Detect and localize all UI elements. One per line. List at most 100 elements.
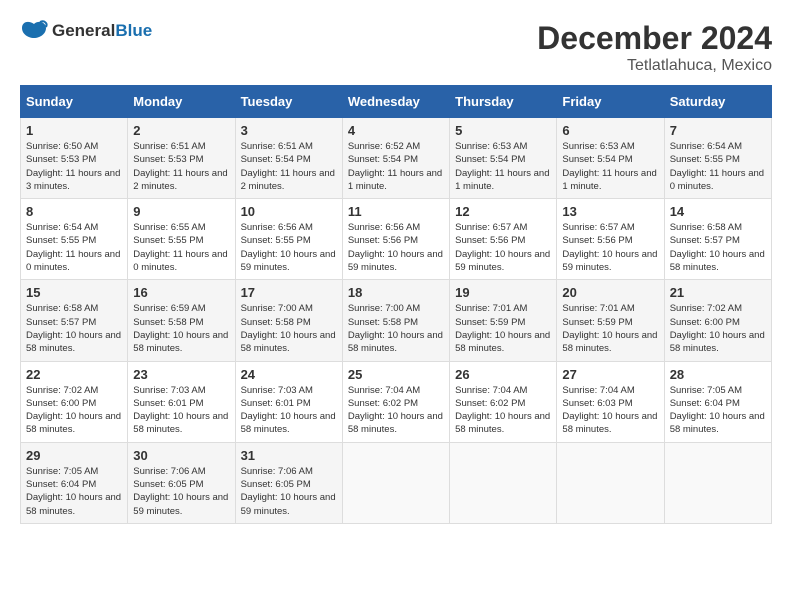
calendar-week-row: 15Sunrise: 6:58 AM Sunset: 5:57 PM Dayli… (21, 280, 772, 361)
day-number: 19 (455, 285, 551, 300)
day-number: 1 (26, 123, 122, 138)
empty-cell (557, 442, 664, 523)
day-number: 22 (26, 367, 122, 382)
day-info: Sunrise: 7:04 AM Sunset: 6:03 PM Dayligh… (562, 384, 658, 437)
calendar-week-row: 22 Sunrise: 7:02 AM Sunset: 6:00 PM Dayli… (21, 361, 772, 442)
calendar-day-cell: 5 Sunrise: 6:53 AM Sunset: 5:54 PM Daylig… (450, 118, 557, 199)
calendar-day-cell: 28 Sunrise: 7:05 AM Sunset: 6:04 PM Dayli… (664, 361, 771, 442)
day-number: 3 (241, 123, 337, 138)
day-info: Sunrise: 6:55 AM Sunset: 5:55 PM Dayligh… (133, 221, 229, 274)
weekday-header-row: SundayMondayTuesdayWednesdayThursdayFrid… (21, 86, 772, 118)
calendar-day-cell: 6Sunrise: 6:53 AM Sunset: 5:54 PM Daylig… (557, 118, 664, 199)
calendar-day-cell: 4 Sunrise: 6:52 AM Sunset: 5:54 PM Daylig… (342, 118, 449, 199)
day-number: 28 (670, 367, 766, 382)
empty-cell (342, 442, 449, 523)
calendar-day-cell: 19 Sunrise: 7:01 AM Sunset: 5:59 PM Dayli… (450, 280, 557, 361)
day-info: Sunrise: 6:59 AM Sunset: 5:58 PM Dayligh… (133, 302, 229, 355)
calendar-day-cell: 7 Sunrise: 6:54 AM Sunset: 5:55 PM Daylig… (664, 118, 771, 199)
calendar-day-cell: 27 Sunrise: 7:04 AM Sunset: 6:03 PM Dayli… (557, 361, 664, 442)
day-number: 20 (562, 285, 658, 300)
day-number: 26 (455, 367, 551, 382)
day-info: Sunrise: 6:51 AM Sunset: 5:54 PM Dayligh… (241, 140, 337, 193)
logo: GeneralBlue (20, 20, 152, 42)
weekday-header-tuesday: Tuesday (235, 86, 342, 118)
day-info: Sunrise: 6:56 AM Sunset: 5:56 PM Dayligh… (348, 221, 444, 274)
calendar-day-cell: 21Sunrise: 7:02 AM Sunset: 6:00 PM Dayli… (664, 280, 771, 361)
calendar-day-cell: 22 Sunrise: 7:02 AM Sunset: 6:00 PM Dayli… (21, 361, 128, 442)
day-number: 24 (241, 367, 337, 382)
day-info: Sunrise: 6:51 AM Sunset: 5:53 PM Dayligh… (133, 140, 229, 193)
logo-bird-icon (20, 20, 48, 42)
calendar-day-cell: 18Sunrise: 7:00 AM Sunset: 5:58 PM Dayli… (342, 280, 449, 361)
day-info: Sunrise: 7:05 AM Sunset: 6:04 PM Dayligh… (26, 465, 122, 518)
day-info: Sunrise: 7:01 AM Sunset: 5:59 PM Dayligh… (562, 302, 658, 355)
day-number: 25 (348, 367, 444, 382)
day-number: 14 (670, 204, 766, 219)
day-info: Sunrise: 7:05 AM Sunset: 6:04 PM Dayligh… (670, 384, 766, 437)
day-info: Sunrise: 6:53 AM Sunset: 5:54 PM Dayligh… (562, 140, 658, 193)
day-number: 17 (241, 285, 337, 300)
calendar-day-cell: 26Sunrise: 7:04 AM Sunset: 6:02 PM Dayli… (450, 361, 557, 442)
page-header: GeneralBlue December 2024 Tetlatlahuca, … (20, 20, 772, 75)
day-info: Sunrise: 7:00 AM Sunset: 5:58 PM Dayligh… (241, 302, 337, 355)
calendar-day-cell: 11 Sunrise: 6:56 AM Sunset: 5:56 PM Dayli… (342, 199, 449, 280)
calendar-day-cell: 3 Sunrise: 6:51 AM Sunset: 5:54 PM Daylig… (235, 118, 342, 199)
day-number: 31 (241, 448, 337, 463)
location-title: Tetlatlahuca, Mexico (537, 57, 772, 75)
calendar-day-cell: 12Sunrise: 6:57 AM Sunset: 5:56 PM Dayli… (450, 199, 557, 280)
weekday-header-thursday: Thursday (450, 86, 557, 118)
day-info: Sunrise: 6:50 AM Sunset: 5:53 PM Dayligh… (26, 140, 122, 193)
day-number: 8 (26, 204, 122, 219)
calendar-day-cell: 2 Sunrise: 6:51 AM Sunset: 5:53 PM Daylig… (128, 118, 235, 199)
calendar-day-cell: 23 Sunrise: 7:03 AM Sunset: 6:01 PM Dayli… (128, 361, 235, 442)
title-block: December 2024 Tetlatlahuca, Mexico (537, 20, 772, 75)
calendar-day-cell: 20 Sunrise: 7:01 AM Sunset: 5:59 PM Dayli… (557, 280, 664, 361)
day-info: Sunrise: 6:53 AM Sunset: 5:54 PM Dayligh… (455, 140, 551, 193)
day-info: Sunrise: 7:02 AM Sunset: 6:00 PM Dayligh… (670, 302, 766, 355)
calendar-day-cell: 29 Sunrise: 7:05 AM Sunset: 6:04 PM Dayli… (21, 442, 128, 523)
weekday-header-saturday: Saturday (664, 86, 771, 118)
day-number: 27 (562, 367, 658, 382)
calendar-week-row: 8 Sunrise: 6:54 AM Sunset: 5:55 PM Daylig… (21, 199, 772, 280)
calendar-week-row: 1 Sunrise: 6:50 AM Sunset: 5:53 PM Daylig… (21, 118, 772, 199)
day-info: Sunrise: 7:00 AM Sunset: 5:58 PM Dayligh… (348, 302, 444, 355)
weekday-header-sunday: Sunday (21, 86, 128, 118)
calendar-day-cell: 24Sunrise: 7:03 AM Sunset: 6:01 PM Dayli… (235, 361, 342, 442)
day-info: Sunrise: 6:52 AM Sunset: 5:54 PM Dayligh… (348, 140, 444, 193)
day-info: Sunrise: 7:01 AM Sunset: 5:59 PM Dayligh… (455, 302, 551, 355)
calendar-day-cell: 9Sunrise: 6:55 AM Sunset: 5:55 PM Daylig… (128, 199, 235, 280)
day-info: Sunrise: 7:04 AM Sunset: 6:02 PM Dayligh… (348, 384, 444, 437)
day-number: 11 (348, 204, 444, 219)
calendar-day-cell: 10 Sunrise: 6:56 AM Sunset: 5:55 PM Dayli… (235, 199, 342, 280)
day-number: 7 (670, 123, 766, 138)
day-number: 29 (26, 448, 122, 463)
day-number: 4 (348, 123, 444, 138)
calendar-day-cell: 17 Sunrise: 7:00 AM Sunset: 5:58 PM Dayli… (235, 280, 342, 361)
logo-blue-text: Blue (115, 21, 152, 40)
day-info: Sunrise: 6:58 AM Sunset: 5:57 PM Dayligh… (670, 221, 766, 274)
day-number: 2 (133, 123, 229, 138)
calendar-day-cell: 14 Sunrise: 6:58 AM Sunset: 5:57 PM Dayli… (664, 199, 771, 280)
calendar-day-cell: 16 Sunrise: 6:59 AM Sunset: 5:58 PM Dayli… (128, 280, 235, 361)
calendar-day-cell: 15Sunrise: 6:58 AM Sunset: 5:57 PM Dayli… (21, 280, 128, 361)
day-info: Sunrise: 7:06 AM Sunset: 6:05 PM Dayligh… (133, 465, 229, 518)
calendar-day-cell: 25 Sunrise: 7:04 AM Sunset: 6:02 PM Dayli… (342, 361, 449, 442)
day-info: Sunrise: 7:03 AM Sunset: 6:01 PM Dayligh… (133, 384, 229, 437)
day-number: 5 (455, 123, 551, 138)
day-info: Sunrise: 7:02 AM Sunset: 6:00 PM Dayligh… (26, 384, 122, 437)
calendar-week-row: 29 Sunrise: 7:05 AM Sunset: 6:04 PM Dayli… (21, 442, 772, 523)
calendar-day-cell: 8 Sunrise: 6:54 AM Sunset: 5:55 PM Daylig… (21, 199, 128, 280)
day-number: 12 (455, 204, 551, 219)
calendar-day-cell: 31 Sunrise: 7:06 AM Sunset: 6:05 PM Dayli… (235, 442, 342, 523)
day-number: 10 (241, 204, 337, 219)
weekday-header-friday: Friday (557, 86, 664, 118)
day-number: 23 (133, 367, 229, 382)
calendar-day-cell: 1 Sunrise: 6:50 AM Sunset: 5:53 PM Daylig… (21, 118, 128, 199)
day-info: Sunrise: 7:06 AM Sunset: 6:05 PM Dayligh… (241, 465, 337, 518)
day-info: Sunrise: 6:56 AM Sunset: 5:55 PM Dayligh… (241, 221, 337, 274)
day-info: Sunrise: 6:54 AM Sunset: 5:55 PM Dayligh… (670, 140, 766, 193)
weekday-header-wednesday: Wednesday (342, 86, 449, 118)
day-number: 16 (133, 285, 229, 300)
day-info: Sunrise: 6:54 AM Sunset: 5:55 PM Dayligh… (26, 221, 122, 274)
calendar-day-cell: 30Sunrise: 7:06 AM Sunset: 6:05 PM Dayli… (128, 442, 235, 523)
